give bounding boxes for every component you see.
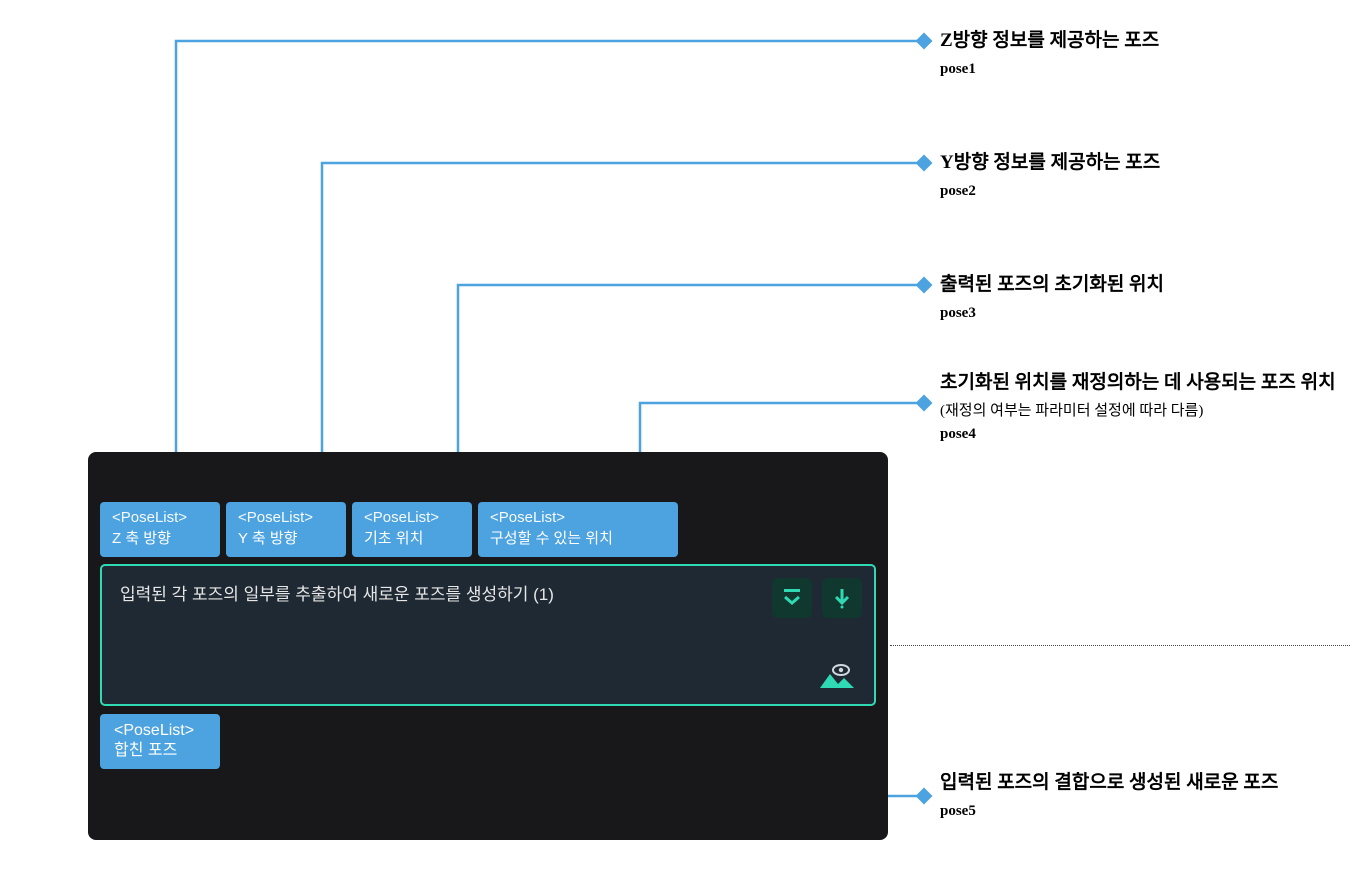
annotation-1: Z방향 정보를 제공하는 포즈 pose1	[940, 28, 1320, 78]
divider	[890, 645, 1350, 646]
port-type-label: <PoseList>	[112, 509, 208, 528]
bullet-diamond	[916, 395, 933, 412]
annotation-code: pose1	[940, 61, 1320, 78]
node-panel: <PoseList> Z 축 방향 <PoseList> Y 축 방향 <Pos…	[88, 452, 888, 840]
annotation-5: 입력된 포즈의 결합으로 생성된 새로운 포즈 pose5	[940, 770, 1340, 820]
port-name-label: Y 축 방향	[238, 530, 334, 549]
port-name-label: 합친 포즈	[114, 741, 206, 761]
port-type-label: <PoseList>	[114, 721, 206, 741]
annotation-subtitle: (재정의 여부는 파라미터 설정에 따라 다름)	[940, 399, 1340, 420]
input-port-z-axis[interactable]: <PoseList> Z 축 방향	[100, 502, 220, 557]
download-arrow-icon	[831, 587, 853, 609]
port-type-label: <PoseList>	[364, 509, 460, 528]
input-ports-row: <PoseList> Z 축 방향 <PoseList> Y 축 방향 <Pos…	[100, 502, 678, 557]
annotation-title: 입력된 포즈의 결합으로 생성된 새로운 포즈	[940, 770, 1340, 797]
collapse-all-button[interactable]	[772, 578, 812, 618]
port-name-label: 기초 위치	[364, 530, 460, 549]
execute-button[interactable]	[822, 578, 862, 618]
annotation-title: Z방향 정보를 제공하는 포즈	[940, 28, 1320, 55]
output-port-merged-pose[interactable]: <PoseList> 합친 포즈	[100, 714, 220, 769]
annotation-title: Y방향 정보를 제공하는 포즈	[940, 150, 1320, 177]
bullet-diamond	[916, 33, 933, 50]
annotation-code: pose4	[940, 426, 1340, 443]
annotation-2: Y방향 정보를 제공하는 포즈 pose2	[940, 150, 1320, 200]
node-title: 입력된 각 포즈의 일부를 추출하여 새로운 포즈를 생성하기 (1)	[120, 582, 856, 608]
bullet-diamond	[916, 788, 933, 805]
visualize-icon[interactable]	[814, 664, 856, 694]
input-port-configurable-position[interactable]: <PoseList> 구성할 수 있는 위치	[478, 502, 678, 557]
annotation-3: 출력된 포즈의 초기화된 위치 pose3	[940, 272, 1320, 322]
port-name-label: 구성할 수 있는 위치	[490, 530, 666, 549]
bullet-diamond	[916, 277, 933, 294]
port-name-label: Z 축 방향	[112, 530, 208, 549]
annotation-4: 초기화된 위치를 재정의하는 데 사용되는 포즈 위치 (재정의 여부는 파라미…	[940, 370, 1340, 443]
annotation-title: 출력된 포즈의 초기화된 위치	[940, 272, 1320, 299]
annotation-code: pose3	[940, 305, 1320, 322]
node-icons	[772, 578, 862, 618]
input-port-base-position[interactable]: <PoseList> 기초 위치	[352, 502, 472, 557]
port-type-label: <PoseList>	[238, 509, 334, 528]
annotation-title: 초기화된 위치를 재정의하는 데 사용되는 포즈 위치	[940, 370, 1340, 397]
port-type-label: <PoseList>	[490, 509, 666, 528]
bullet-diamond	[916, 155, 933, 172]
annotation-code: pose5	[940, 803, 1340, 820]
annotation-code: pose2	[940, 183, 1320, 200]
node-body[interactable]: 입력된 각 포즈의 일부를 추출하여 새로운 포즈를 생성하기 (1)	[100, 564, 876, 706]
input-port-y-axis[interactable]: <PoseList> Y 축 방향	[226, 502, 346, 557]
collapse-icon	[781, 587, 803, 609]
